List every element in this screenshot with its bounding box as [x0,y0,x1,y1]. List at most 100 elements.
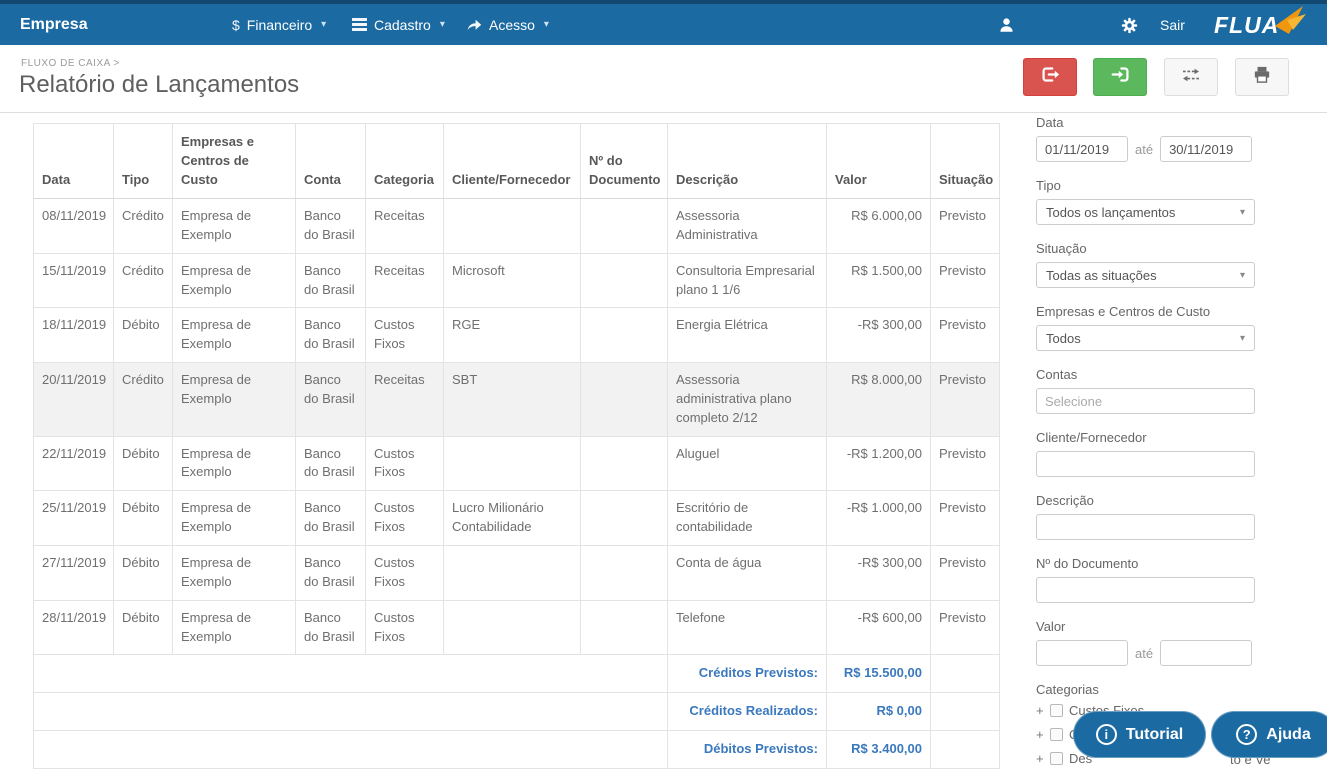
table-row[interactable]: 25/11/2019 Débito Empresa de Exemplo Banco … [33,490,1000,546]
table-cell: Assessoria administrativa plano completo… [667,362,827,437]
table-cell: Energia Elétrica [667,307,827,364]
table-cell: R$ 6.000,00 [826,198,931,254]
table-row[interactable]: 20/11/2019 Crédito Empresa de Exemplo Banco… [33,362,1000,437]
flua-logo-plane-icon [1273,4,1307,43]
ajuda-button[interactable]: ? Ajuda [1211,711,1327,758]
expand-icon[interactable]: + [1036,703,1044,718]
table-cell: 25/11/2019 [33,490,114,546]
user-icon[interactable] [995,14,1017,36]
menu-financeiro[interactable]: $ Financeiro ▾ [232,4,326,45]
table-cell: RGE [443,307,581,364]
filter-descricao: Descrição [1036,493,1255,540]
table-cell: Lucro Milionário Contabilidade [443,490,581,546]
summary-label: Créditos Previstos: [667,654,827,694]
table-cell: Débito [113,599,173,656]
table-row[interactable]: 18/11/2019 Débito Empresa de Exemplo Banco … [33,307,1000,364]
summary-situacao-cell [930,692,1000,732]
table-cell: Banco do Brasil [295,252,366,309]
table-cell: Previsto [930,435,1000,492]
valor-from-input[interactable] [1036,640,1128,666]
top-navbar: Empresa $ Financeiro ▾ Cadastro ▾ Acesso… [0,0,1327,45]
table-cell: Custos Fixos [365,599,444,656]
sair-link[interactable]: Sair [1160,17,1185,33]
tutorial-button[interactable]: i Tutorial [1073,711,1206,758]
flua-logo-text: FLUA [1214,12,1280,38]
tipo-select[interactable]: Todos os lançamentos ▾ [1036,199,1255,225]
table-cell [580,252,668,309]
table-cell: Receitas [365,198,444,254]
table-cell: 22/11/2019 [33,435,114,492]
chevron-down-icon: ▾ [543,19,549,30]
column-header-5: Categoria [365,123,444,199]
table-cell: Previsto [930,544,1000,601]
table-cell: R$ 8.000,00 [826,362,931,437]
column-header-7: Nº do Documento [580,123,668,199]
menu-cadastro[interactable]: Cadastro ▾ [352,4,445,45]
situacao-select[interactable]: Todas as situações ▾ [1036,262,1255,288]
data-to-input[interactable] [1160,136,1253,162]
table-cell: Crédito [113,252,173,309]
column-header-3: Empresas e Centros de Custo [172,123,296,199]
filter-data: Data até [1036,115,1255,162]
expand-icon[interactable]: + [1036,727,1044,742]
menu-acesso[interactable]: Acesso ▾ [466,4,549,45]
tipo-label: Tipo [1036,178,1061,193]
table-cell: Banco do Brasil [295,198,366,254]
table-cell: Aluguel [667,435,827,492]
breadcrumb[interactable]: FLUXO DE CAIXA > [21,58,120,69]
print-button[interactable] [1235,58,1289,96]
table-row[interactable]: 28/11/2019 Débito Empresa de Exemplo Banco … [33,599,1000,656]
category-checkbox[interactable] [1050,752,1063,765]
new-debit-button[interactable] [1023,58,1077,96]
chevron-down-icon: ▾ [439,19,445,30]
table-row[interactable]: 08/11/2019 Crédito Empresa de Exemplo Banco… [33,198,1000,254]
documento-input[interactable] [1036,577,1255,603]
filter-contas: Contas [1036,367,1255,414]
summary-value: R$ 0,00 [826,692,931,732]
table-cell: Receitas [365,362,444,437]
filter-valor: Valor até [1036,619,1255,666]
table-cell: Banco do Brasil [295,435,366,492]
table-cell: Telefone [667,599,827,656]
sign-in-icon [1110,65,1131,89]
brand-label: Empresa [20,16,88,33]
table-cell: Custos Fixos [365,307,444,364]
table-cell: Empresa de Exemplo [172,435,296,492]
table-cell: Banco do Brasil [295,362,366,437]
valor-to-input[interactable] [1160,640,1253,666]
contas-input[interactable] [1036,388,1255,414]
column-header-2: Tipo [113,123,173,199]
share-arrow-icon [466,18,482,31]
table-cell: Empresa de Exemplo [172,544,296,601]
category-checkbox[interactable] [1050,704,1063,717]
printer-icon [1253,66,1271,88]
expand-icon[interactable]: + [1036,751,1044,766]
transfer-button[interactable] [1164,58,1218,96]
table-row[interactable]: 22/11/2019 Débito Empresa de Exemplo Banco … [33,435,1000,492]
table-cell: Banco do Brasil [295,307,366,364]
descricao-input[interactable] [1036,514,1255,540]
flua-logo[interactable]: FLUA [1214,6,1307,43]
table-row[interactable]: 27/11/2019 Débito Empresa de Exemplo Banco … [33,544,1000,601]
table-cell: -R$ 1.000,00 [826,490,931,546]
descricao-label: Descrição [1036,493,1094,508]
category-checkbox[interactable] [1050,728,1063,741]
table-cell [443,599,581,656]
table-cell: R$ 1.500,00 [826,252,931,309]
table-cell: Crédito [113,198,173,254]
documento-label: Nº do Documento [1036,556,1139,571]
summary-empty-cell [33,692,668,732]
table-cell: Receitas [365,252,444,309]
gear-icon[interactable] [1118,14,1140,36]
cliente-input[interactable] [1036,451,1255,477]
list-icon [352,18,367,31]
table-cell: 20/11/2019 [33,362,114,437]
data-from-input[interactable] [1036,136,1128,162]
table-cell [580,544,668,601]
report-table-container: Data Tipo Empresas e Centros de Custo Conta… [33,123,1000,769]
new-credit-button[interactable] [1093,58,1147,96]
table-cell [580,307,668,364]
data-label: Data [1036,115,1064,130]
table-row[interactable]: 15/11/2019 Crédito Empresa de Exemplo Banco… [33,252,1000,309]
empresas-select[interactable]: Todos ▾ [1036,325,1255,351]
